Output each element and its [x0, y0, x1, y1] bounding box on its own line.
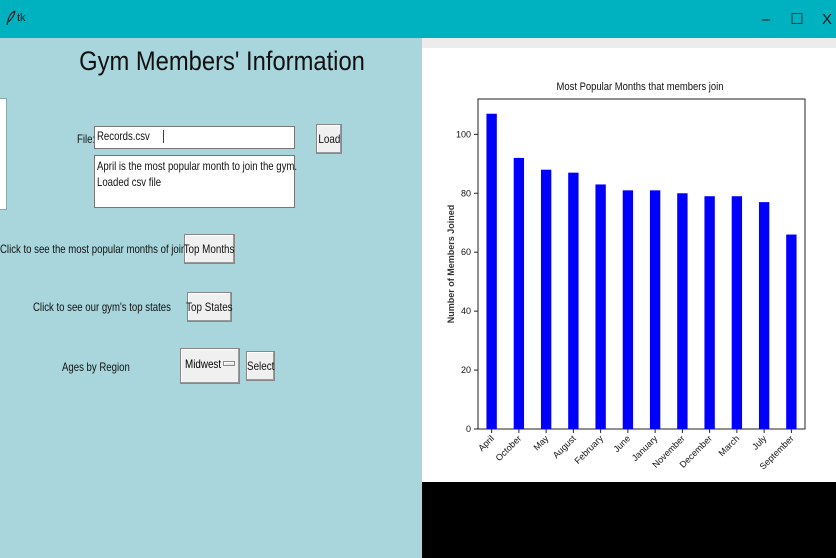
bar-november	[677, 193, 688, 429]
text-caret	[163, 130, 164, 144]
output-textbox[interactable]: April is the most popular month to join …	[94, 155, 298, 208]
bar-september	[786, 234, 797, 429]
y-tick-label: 60	[461, 247, 471, 257]
y-tick-label: 80	[461, 188, 471, 198]
bar-august	[568, 172, 579, 430]
bar-january	[649, 190, 661, 429]
minimize-button[interactable]: –	[753, 6, 779, 32]
control-panel: Gym Members' Information File: Records.c…	[0, 38, 422, 558]
window-titlebar: tk – ☐ X	[0, 0, 836, 38]
bar-february	[595, 184, 606, 429]
load-button[interactable]: Load	[316, 124, 342, 154]
x-tick-label: October	[494, 433, 524, 463]
x-tick-label: May	[531, 433, 550, 452]
page-title: Gym Members' Information	[79, 46, 365, 76]
bar-march	[731, 196, 743, 429]
select-button-label: Select	[246, 359, 275, 373]
window-title: tk	[17, 12, 26, 24]
y-tick-label: 0	[466, 424, 471, 434]
y-tick-label: 20	[461, 365, 471, 375]
close-icon: X	[821, 10, 832, 28]
bar-chart: Most Popular Months that members join 0 2…	[446, 81, 806, 472]
top-months-button-label: Top Months	[184, 242, 235, 256]
close-button[interactable]: X	[814, 6, 836, 32]
file-label: File:	[77, 132, 96, 146]
y-tick-label: 100	[456, 129, 471, 139]
y-tick-label: 40	[461, 306, 471, 316]
x-tick-label: February	[573, 433, 606, 466]
black-area	[422, 482, 836, 558]
maximize-button[interactable]: ☐	[784, 6, 810, 32]
region-dropdown[interactable]: Midwest	[180, 348, 240, 384]
top-states-button-label: Top States	[186, 300, 233, 314]
side-box	[0, 98, 7, 210]
region-prompt: Ages by Region	[62, 360, 130, 374]
feather-icon	[6, 10, 16, 26]
minimize-icon: –	[761, 10, 771, 28]
months-prompt: Click to see the most popular months of …	[0, 242, 200, 256]
top-months-button[interactable]: Top Months	[184, 234, 235, 264]
load-button-label: Load	[318, 132, 340, 146]
maximize-icon: ☐	[790, 11, 804, 28]
top-states-button[interactable]: Top States	[186, 292, 233, 322]
bar-may	[540, 169, 552, 429]
bar-april	[486, 113, 497, 429]
output-line-2: Loaded csv file	[97, 175, 162, 189]
output-line-1: April is the most popular month to join …	[97, 159, 298, 173]
x-tick-label: March	[717, 433, 742, 458]
chart-panel: Most Popular Months that members join 0 2…	[422, 38, 836, 558]
plot-frame	[477, 98, 806, 430]
bar-december	[704, 196, 715, 429]
file-input[interactable]: Records.csv	[94, 126, 295, 149]
dropdown-indicator-icon	[223, 361, 235, 366]
select-button[interactable]: Select	[246, 351, 275, 381]
bar-june	[622, 190, 634, 429]
region-dropdown-value: Midwest	[185, 357, 222, 371]
file-input-value: Records.csv	[97, 129, 150, 143]
bar-october	[513, 157, 525, 429]
x-tick-label: June	[611, 433, 632, 454]
x-tick-label: July	[750, 433, 769, 452]
y-axis-label: Number of Members Joined	[446, 205, 456, 324]
states-prompt: Click to see our gym's top states	[33, 300, 171, 314]
x-tick-label: April	[476, 433, 496, 453]
bar-july	[758, 202, 770, 429]
chart-title: Most Popular Months that members join	[556, 81, 723, 93]
